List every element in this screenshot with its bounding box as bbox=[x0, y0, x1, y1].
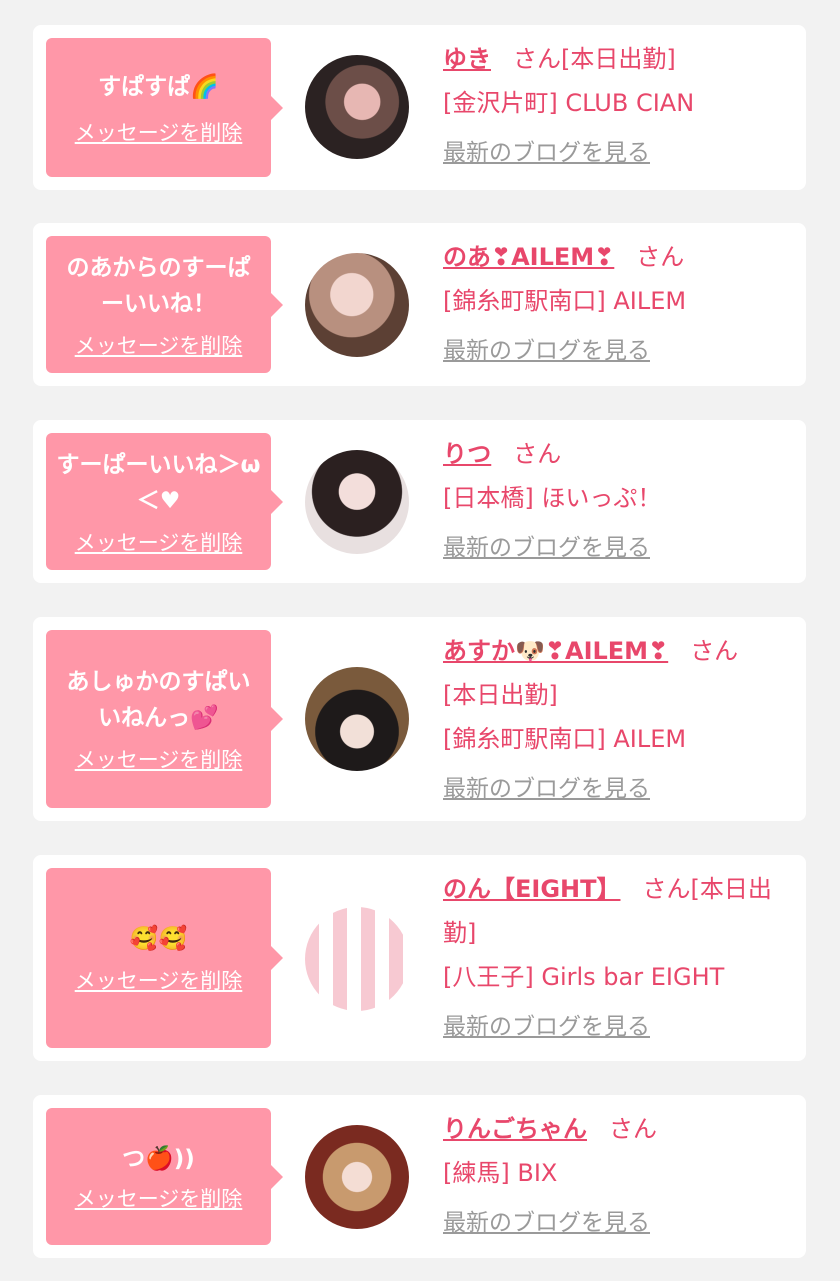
shop-location: [錦糸町駅南口] AILEM bbox=[443, 287, 687, 315]
cast-name-link[interactable]: のあ❣AILEM❣ bbox=[443, 243, 614, 271]
status-text: [本日出勤] bbox=[443, 681, 558, 709]
message-card: 🥰🥰 メッセージを削除 のん【EIGHT】 さん[本日出勤] [八王子] Girl… bbox=[33, 855, 806, 1061]
message-bubble: すぱすぱ🌈 メッセージを削除 bbox=[46, 38, 283, 177]
delete-message-link[interactable]: メッセージを削除 bbox=[75, 1183, 243, 1213]
message-text: すーぱーいいね＞ω＜♥ bbox=[56, 451, 261, 514]
cast-info: ゆき さん[本日出勤] [金沢片町] CLUB CIAN 最新のブログを見る bbox=[443, 37, 792, 175]
message-card: つ🍎)) メッセージを削除 りんごちゃん さん [練馬] BIX 最新のブログを見… bbox=[33, 1095, 806, 1258]
status-text: [本日出勤] bbox=[561, 45, 676, 73]
message-bubble: のあからのすーぱーいいね！ メッセージを削除 bbox=[46, 236, 283, 373]
avatar[interactable] bbox=[305, 907, 409, 1011]
message-bubble: あしゅかのすぱいいねんっ💕 メッセージを削除 bbox=[46, 630, 283, 808]
cast-name-link[interactable]: りつ bbox=[443, 440, 491, 468]
latest-blog-link[interactable]: 最新のブログを見る bbox=[443, 1201, 792, 1245]
latest-blog-link[interactable]: 最新のブログを見る bbox=[443, 329, 792, 373]
message-bubble: 🥰🥰 メッセージを削除 bbox=[46, 868, 283, 1048]
cast-name-link[interactable]: りんごちゃん bbox=[443, 1115, 587, 1143]
message-card: すーぱーいいね＞ω＜♥ メッセージを削除 りつ さん [日本橋] ほいっぷ！ 最新… bbox=[33, 420, 806, 583]
latest-blog-link[interactable]: 最新のブログを見る bbox=[443, 131, 792, 175]
avatar[interactable] bbox=[305, 450, 409, 554]
shop-location: [日本橋] ほいっぷ！ bbox=[443, 484, 662, 512]
shop-location: [錦糸町駅南口] AILEM bbox=[443, 725, 687, 753]
cast-info: りんごちゃん さん [練馬] BIX 最新のブログを見る bbox=[443, 1107, 792, 1245]
cast-name-link[interactable]: のん【EIGHT】 bbox=[443, 875, 620, 903]
shop-location: [練馬] BIX bbox=[443, 1159, 558, 1187]
message-text: すぱすぱ🌈 bbox=[98, 73, 219, 100]
message-text: あしゅかのすぱいいねんっ💕 bbox=[66, 669, 251, 731]
honorific: さん bbox=[513, 440, 562, 468]
honorific: さん bbox=[636, 243, 685, 271]
latest-blog-link[interactable]: 最新のブログを見る bbox=[443, 526, 792, 570]
message-text: のあからのすーぱーいいね！ bbox=[66, 254, 251, 317]
shop-location: [金沢片町] CLUB CIAN bbox=[443, 89, 695, 117]
message-card: あしゅかのすぱいいねんっ💕 メッセージを削除 あすか🐶❣AILEM❣ さん [本日… bbox=[33, 617, 806, 821]
avatar[interactable] bbox=[305, 253, 409, 357]
avatar[interactable] bbox=[305, 1125, 409, 1229]
honorific: さん bbox=[690, 637, 739, 665]
message-card: のあからのすーぱーいいね！ メッセージを削除 のあ❣AILEM❣ さん [錦糸町駅… bbox=[33, 223, 806, 386]
avatar[interactable] bbox=[305, 55, 409, 159]
avatar[interactable] bbox=[305, 667, 409, 771]
latest-blog-link[interactable]: 最新のブログを見る bbox=[443, 767, 792, 811]
message-text: 🥰🥰 bbox=[129, 926, 188, 952]
delete-message-link[interactable]: メッセージを削除 bbox=[75, 117, 243, 147]
message-bubble: すーぱーいいね＞ω＜♥ メッセージを削除 bbox=[46, 433, 283, 570]
cast-info: あすか🐶❣AILEM❣ さん [本日出勤] [錦糸町駅南口] AILEM 最新のブ… bbox=[443, 629, 792, 811]
delete-message-link[interactable]: メッセージを削除 bbox=[75, 527, 243, 557]
cast-name-link[interactable]: あすか🐶❣AILEM❣ bbox=[443, 637, 668, 665]
delete-message-link[interactable]: メッセージを削除 bbox=[75, 965, 243, 995]
message-text: つ🍎)) bbox=[122, 1145, 195, 1172]
cast-info: のん【EIGHT】 さん[本日出勤] [八王子] Girls bar EIGHT … bbox=[443, 867, 792, 1049]
cast-info: のあ❣AILEM❣ さん [錦糸町駅南口] AILEM 最新のブログを見る bbox=[443, 235, 792, 373]
message-card: すぱすぱ🌈 メッセージを削除 ゆき さん[本日出勤] [金沢片町] CLUB CI… bbox=[33, 25, 806, 190]
honorific: さん bbox=[642, 875, 691, 903]
latest-blog-link[interactable]: 最新のブログを見る bbox=[443, 1005, 792, 1049]
honorific: さん bbox=[609, 1115, 657, 1143]
delete-message-link[interactable]: メッセージを削除 bbox=[75, 330, 243, 360]
honorific: さん bbox=[513, 45, 561, 73]
cast-name-link[interactable]: ゆき bbox=[443, 45, 491, 73]
shop-location: [八王子] Girls bar EIGHT bbox=[443, 963, 725, 991]
message-bubble: つ🍎)) メッセージを削除 bbox=[46, 1108, 283, 1245]
cast-info: りつ さん [日本橋] ほいっぷ！ 最新のブログを見る bbox=[443, 432, 792, 570]
delete-message-link[interactable]: メッセージを削除 bbox=[75, 744, 243, 774]
